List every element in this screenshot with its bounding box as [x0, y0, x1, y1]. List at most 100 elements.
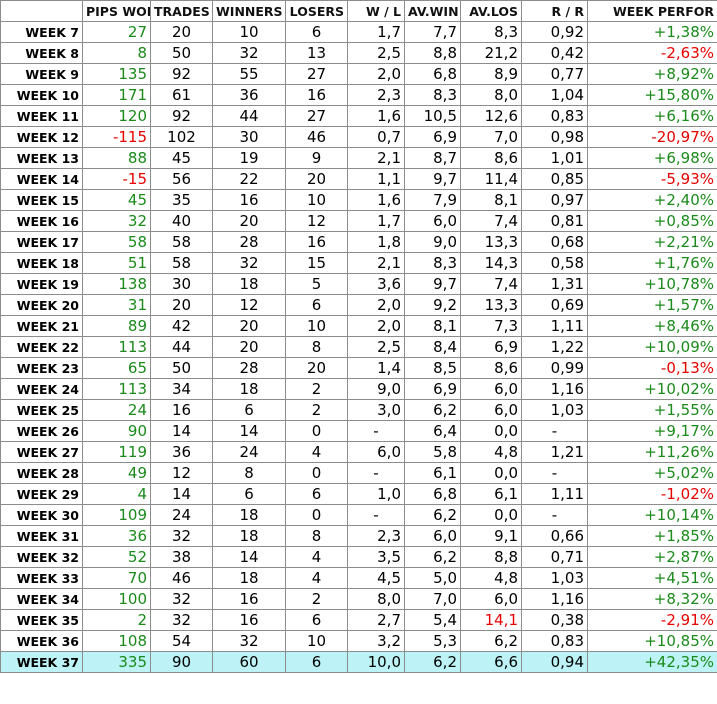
win-loss-cell: 2,0: [347, 294, 405, 316]
trades-cell: 36: [150, 441, 213, 463]
winners-cell: 28: [212, 357, 286, 379]
av-los-cell: 8,9: [460, 63, 522, 85]
pips-won-cell: 49: [82, 462, 151, 484]
week-cell: WEEK 10: [0, 84, 83, 106]
pips-won-cell: -15: [82, 168, 151, 190]
winners-cell: 55: [212, 63, 286, 85]
av-win-cell: 9,0: [404, 231, 461, 253]
av-los-cell: 13,3: [460, 294, 522, 316]
av-los-cell: 8,6: [460, 357, 522, 379]
table-row: WEEK 35 2 32 16 6 2,7 5,4 14,1 0,38 -2,91%: [0, 609, 717, 631]
pips-won-cell: 88: [82, 147, 151, 169]
header-losers: LOSERS: [285, 0, 348, 22]
winners-cell: 8: [212, 462, 286, 484]
week-perf-cell: +11,26%: [587, 441, 717, 463]
table-row: WEEK 13 88 45 19 9 2,1 8,7 8,6 1,01 +6,98%: [0, 147, 717, 169]
header-av-los: AV.LOS: [460, 0, 522, 22]
week-perf-cell: -2,63%: [587, 42, 717, 64]
av-win-cell: 7,9: [404, 189, 461, 211]
week-perf-cell: -2,91%: [587, 609, 717, 631]
week-cell: WEEK 27: [0, 441, 83, 463]
table-row: WEEK 30 109 24 18 0-6,2 0,0- +10,14%: [0, 504, 717, 526]
av-win-cell: 6,2: [404, 546, 461, 568]
risk-reward-cell: 0,69: [521, 294, 588, 316]
pips-won-cell: 119: [82, 441, 151, 463]
winners-cell: 36: [212, 84, 286, 106]
week-cell: WEEK 32: [0, 546, 83, 568]
trades-cell: 45: [150, 147, 213, 169]
losers-cell: 16: [285, 231, 348, 253]
winners-cell: 20: [212, 210, 286, 232]
av-win-cell: 5,4: [404, 609, 461, 631]
win-loss-cell: 2,0: [347, 315, 405, 337]
week-cell: WEEK 35: [0, 609, 83, 631]
winners-cell: 14: [212, 420, 286, 442]
table-row: WEEK 19 138 30 18 5 3,6 9,7 7,4 1,31 +10,78%: [0, 273, 717, 295]
table-row: WEEK 31 36 32 18 8 2,3 6,0 9,1 0,66 +1,85%: [0, 525, 717, 547]
table-row: WEEK 7 27 20 10 6 1,7 7,7 8,3 0,92 +1,38%: [0, 21, 717, 43]
week-cell: WEEK 14: [0, 168, 83, 190]
av-los-cell: 7,0: [460, 126, 522, 148]
losers-cell: 46: [285, 126, 348, 148]
week-perf-cell: +8,46%: [587, 315, 717, 337]
week-perf-cell: -5,93%: [587, 168, 717, 190]
weekly-performance-table: PIPS WON TRADES WINNERS LOSERS W / L AV.…: [0, 0, 717, 673]
header-risk-reward: R / R: [521, 0, 588, 22]
winners-cell: 28: [212, 231, 286, 253]
week-perf-cell: +8,32%: [587, 588, 717, 610]
win-loss-cell: 2,1: [347, 147, 405, 169]
win-loss-cell: 8,0: [347, 588, 405, 610]
losers-cell: 2: [285, 588, 348, 610]
pips-won-cell: 100: [82, 588, 151, 610]
av-los-cell: 7,4: [460, 210, 522, 232]
win-loss-cell: 1,7: [347, 210, 405, 232]
risk-reward-cell: 1,21: [521, 441, 588, 463]
av-los-cell: 8,6: [460, 147, 522, 169]
win-loss-cell: 1,6: [347, 105, 405, 127]
winners-cell: 16: [212, 189, 286, 211]
week-cell: WEEK 17: [0, 231, 83, 253]
trades-cell: 32: [150, 525, 213, 547]
winners-cell: 18: [212, 567, 286, 589]
trades-cell: 20: [150, 21, 213, 43]
av-los-cell: 6,1: [460, 483, 522, 505]
losers-cell: 4: [285, 441, 348, 463]
week-perf-cell: +1,57%: [587, 294, 717, 316]
week-perf-cell: +10,14%: [587, 504, 717, 526]
week-perf-cell: -1,02%: [587, 483, 717, 505]
trades-cell: 44: [150, 336, 213, 358]
av-win-cell: 7,0: [404, 588, 461, 610]
risk-reward-cell: 0,58: [521, 252, 588, 274]
av-los-cell: 6,0: [460, 588, 522, 610]
win-loss-cell: -: [347, 420, 405, 442]
losers-cell: 10: [285, 189, 348, 211]
header-win-loss: W / L: [347, 0, 405, 22]
week-cell: WEEK 28: [0, 462, 83, 484]
av-win-cell: 6,2: [404, 651, 461, 673]
win-loss-cell: 0,7: [347, 126, 405, 148]
win-loss-cell: -: [347, 462, 405, 484]
av-win-cell: 5,3: [404, 630, 461, 652]
pips-won-cell: 58: [82, 231, 151, 253]
trades-cell: 32: [150, 588, 213, 610]
week-cell: WEEK 21: [0, 315, 83, 337]
av-win-cell: 9,7: [404, 168, 461, 190]
av-los-cell: 0,0: [460, 420, 522, 442]
trades-cell: 58: [150, 252, 213, 274]
pips-won-cell: 36: [82, 525, 151, 547]
trades-cell: 20: [150, 294, 213, 316]
week-cell: WEEK 12: [0, 126, 83, 148]
av-los-cell: 6,9: [460, 336, 522, 358]
losers-cell: 4: [285, 567, 348, 589]
risk-reward-cell: 1,22: [521, 336, 588, 358]
trades-cell: 90: [150, 651, 213, 673]
win-loss-cell: 3,5: [347, 546, 405, 568]
winners-cell: 6: [212, 483, 286, 505]
risk-reward-cell: 0,66: [521, 525, 588, 547]
winners-cell: 19: [212, 147, 286, 169]
win-loss-cell: 2,3: [347, 84, 405, 106]
week-perf-cell: +2,40%: [587, 189, 717, 211]
risk-reward-cell: 1,01: [521, 147, 588, 169]
pips-won-cell: 65: [82, 357, 151, 379]
av-los-cell: 8,0: [460, 84, 522, 106]
